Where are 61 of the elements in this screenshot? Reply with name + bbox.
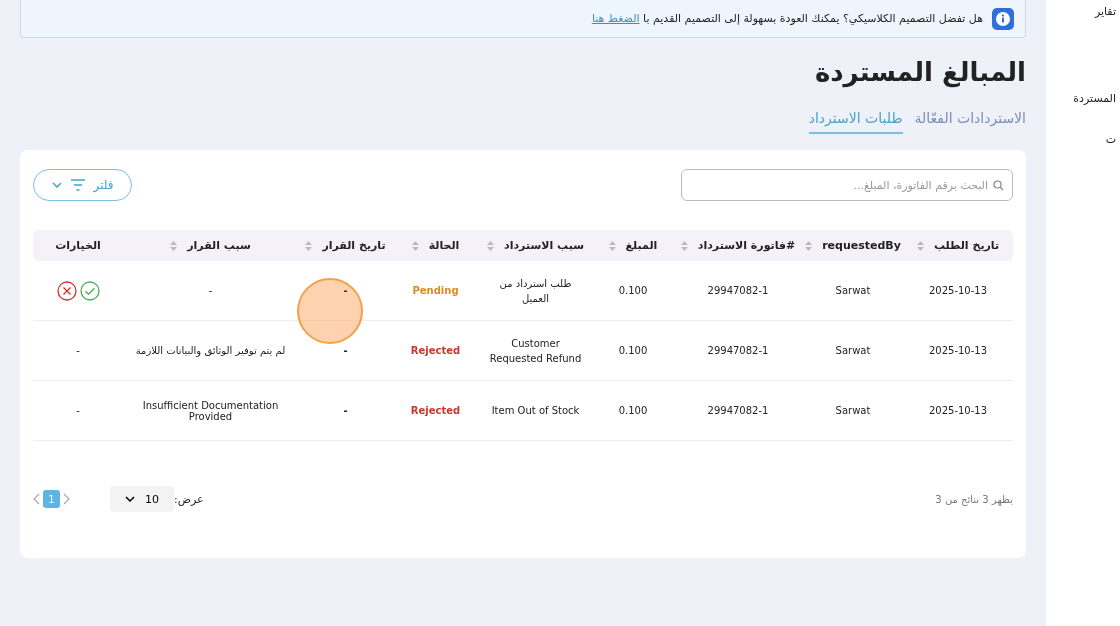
column-header[interactable]: سبب الاسترداد (504, 239, 584, 252)
sort-icon[interactable] (487, 240, 494, 251)
page-title: المبالغ المستردة (813, 56, 1026, 90)
search-field[interactable]: البحث برقم الفاتورة، المبلغ... (681, 169, 1013, 201)
table-cell: - (343, 285, 348, 296)
page-size-label: عرض: (174, 492, 204, 506)
table-cell: - (208, 285, 213, 296)
reject-button[interactable] (56, 280, 77, 301)
filter-icon (69, 179, 86, 191)
table-cell: Sarwat (835, 285, 871, 296)
column-header[interactable]: تاريخ القرار (322, 239, 386, 252)
table-cell: 2025-10-13 (928, 405, 988, 416)
approve-button[interactable] (79, 280, 100, 301)
table-cell-text: Insufficient Documentation Provided (141, 399, 280, 422)
column-header[interactable]: #فاتورة الاسترداد (697, 239, 796, 252)
column-header[interactable]: سبب القرار (187, 239, 251, 252)
sidebar-item[interactable]: المستردة (1073, 92, 1116, 105)
sort-icon[interactable] (916, 240, 924, 251)
sort-icon[interactable] (411, 240, 419, 251)
table-cell: - (343, 405, 348, 416)
next-page-icon[interactable] (63, 493, 70, 505)
table-cell-text: Customer Requested Refund (488, 336, 583, 366)
table-cell: 0.100 (618, 285, 648, 296)
table-cell: لم يتم توفير الوثائق والبيانات اللازمة (135, 345, 286, 356)
sidebar-item[interactable]: تقاير (1094, 5, 1116, 18)
table-cell: 29947082-1 (707, 285, 769, 296)
column-header[interactable]: requestedBy (822, 239, 901, 252)
page-size-select[interactable]: 10 (110, 486, 174, 512)
table-cell-text: Item Out of Stock (491, 404, 580, 418)
previous-page-icon[interactable] (33, 493, 40, 505)
table-cell: 29947082-1 (707, 345, 769, 356)
results-summary: يظهر 3 نتائج من 3 (935, 493, 1013, 505)
sort-icon[interactable] (305, 240, 313, 251)
table-cell: 2025-10-13 (928, 285, 988, 296)
status-label: Pending (412, 285, 459, 296)
table-cell: 2025-10-13 (928, 345, 988, 356)
table-cell: 29947082-1 (707, 405, 769, 416)
column-header[interactable]: الخيارات (55, 239, 101, 252)
column-header[interactable]: المبلغ (625, 239, 658, 252)
table-cell: 0.100 (618, 405, 648, 416)
sort-icon[interactable] (170, 240, 178, 251)
search-icon (993, 180, 1004, 191)
sort-icon[interactable] (608, 240, 616, 251)
sort-icon[interactable] (680, 240, 688, 251)
table-cell: - (343, 345, 348, 356)
banner-message: هل تفضل التصميم الكلاسيكي؟ يمكنك العودة بسهولة إلى التصميم القديم با الضغط هنا (591, 12, 983, 25)
table-cell: - (76, 345, 80, 356)
column-header[interactable]: تاريخ الطلب (933, 239, 1000, 252)
table-cell: Sarwat (835, 405, 871, 416)
status-label: Rejected (410, 345, 461, 356)
sort-icon[interactable] (805, 240, 813, 251)
table-cell-text: طلب استرداد من العميل (498, 276, 573, 306)
sidebar-item[interactable]: ت (1105, 133, 1116, 146)
info-icon (992, 7, 1014, 30)
status-label: Rejected (410, 405, 461, 416)
chevron-down-icon (51, 182, 62, 188)
column-header[interactable]: الحالة (428, 239, 460, 252)
table-cell: Sarwat (835, 345, 871, 356)
table-cell: - (76, 405, 80, 416)
table-cell: 0.100 (618, 345, 648, 356)
chevron-down-icon (125, 496, 135, 502)
